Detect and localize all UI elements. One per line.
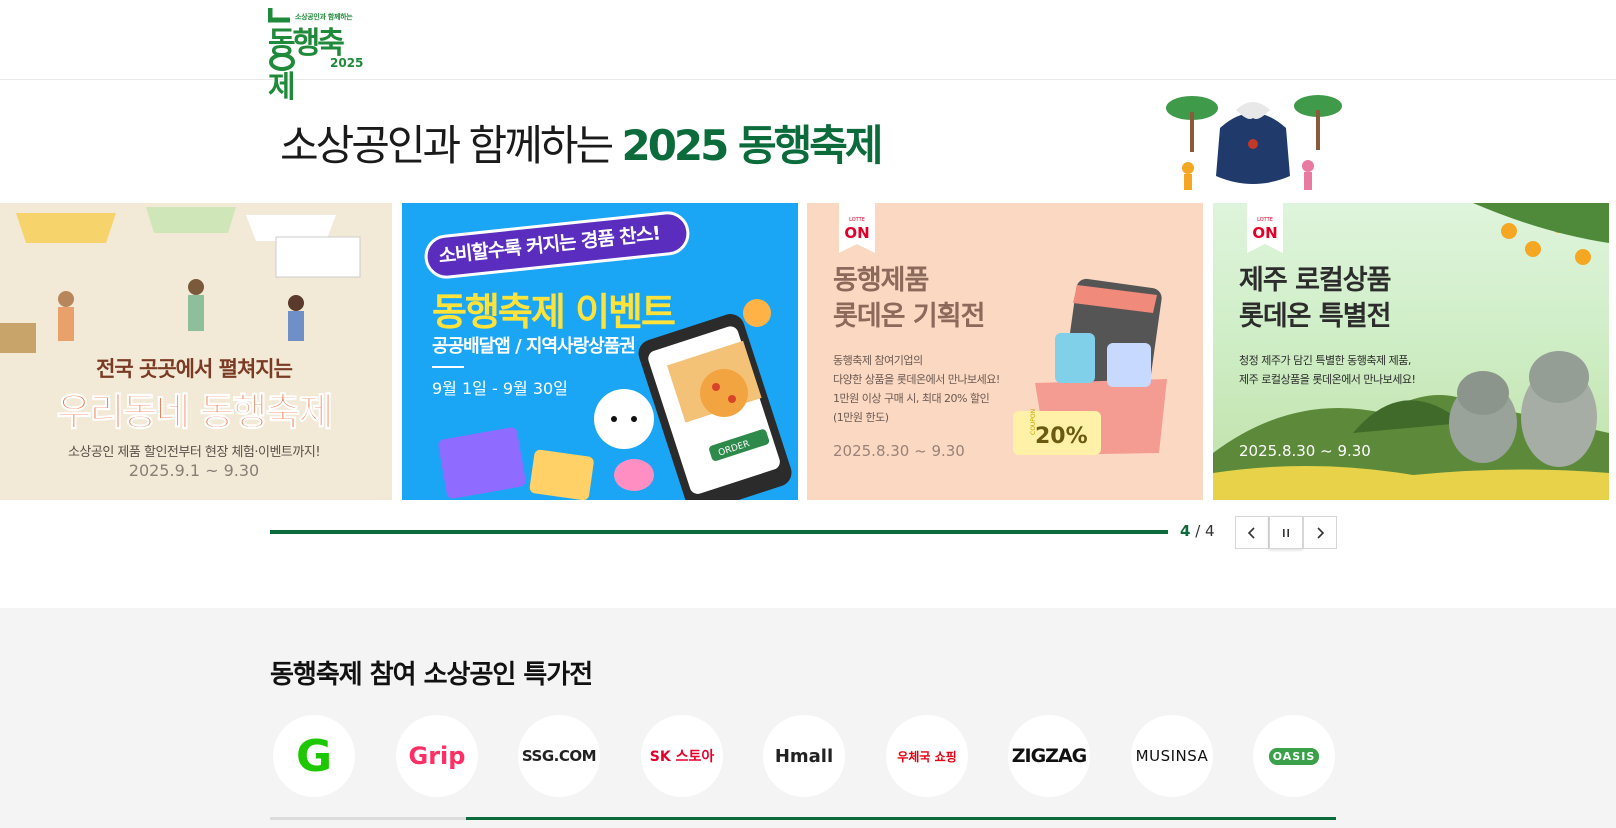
bojagi-gift-illustration-icon [1166,95,1342,190]
partner-epost[interactable]: 우체국 쇼핑 [886,715,968,797]
coupon-side-text: COUPON [1030,409,1037,435]
partner-grip[interactable]: Grip [396,715,478,797]
partner-hmall[interactable]: Hmall [763,715,845,797]
hmall-logo-icon: Hmall [774,745,834,767]
banner-4-description: 청정 제주가 담긴 특별한 동행축제 제품, 제주 로컬상품을 롯데온에서 만나… [1239,354,1416,386]
logo-year: 2025 [330,56,364,70]
carousel-progress-bar [270,530,1168,534]
zigzag-logo-icon: ZIGZAG [1011,745,1088,767]
lotteon-badge-small: LOTTE [1257,217,1273,223]
carousel-counter: 4 / 4 [1180,522,1215,540]
site-logo[interactable]: 소상공인과 함께하는 동행축제 2025 [268,6,364,105]
partner-gmarket[interactable]: G [273,715,355,797]
coupon-percent-text: 20% [1035,424,1088,449]
lotteon-badge-small: LOTTE [849,217,865,223]
ssg-logo-icon: SSG.COM [521,747,597,765]
hero-title-plain: 소상공인과 함께하는 [280,121,622,170]
hero-title: 소상공인과 함께하는 2025 동행축제 [280,112,884,173]
banner-card-event[interactable]: 소비할수록 커지는 경품 찬스! 동행축제 이벤트 공공배달앱 / 지역사랑상품… [402,203,798,500]
carousel-prev-button[interactable] [1235,516,1269,549]
grip-logo-icon: Grip [408,742,466,770]
market-stalls-illustration-icon [0,207,361,353]
carousel-current-index: 4 [1180,522,1191,540]
chevron-left-icon [1247,526,1255,539]
partner-oasis[interactable]: OASIS [1253,715,1335,797]
banner-2-title: 동행축제 이벤트 [432,290,676,334]
banner-1-date: 2025.9.1 ~ 9.30 [128,461,260,480]
banner-card-dongne-festival[interactable]: 전국 곳곳에서 펼쳐지는 우리동네 동행축제 소상공인 제품 할인전부터 현장 … [0,203,392,500]
carousel-pause-button[interactable] [1269,516,1303,549]
carousel-next-button[interactable] [1303,516,1337,549]
partner-sk-stoa[interactable]: SK 스토아 [641,715,723,797]
lotteon-badge-text: ON [1252,224,1278,242]
banner-1-subtitle: 전국 곳곳에서 펼쳐지는 [96,357,293,381]
banner-4-date: 2025.8.30 ~ 9.30 [1239,442,1371,460]
carousel-total: / 4 [1190,522,1215,540]
gmarket-logo-icon: G [295,730,333,782]
banner-3-title: 동행제품 롯데온 기획전 [833,265,985,332]
partner-scrollbar-thumb[interactable] [466,817,1336,820]
site-header: 소상공인과 함께하는 동행축제 2025 [0,0,1616,105]
banner-3-date: 2025.8.30 ~ 9.30 [833,442,965,460]
partner-musinsa[interactable]: MUSINSA [1131,715,1213,797]
chevron-right-icon [1317,526,1325,539]
banner-1-title: 우리동네 동행축제 [56,390,334,435]
banner-1-description: 소상공인 제품 할인전부터 현장 체험·이벤트까지! [67,445,321,460]
musinsa-logo-icon: MUSINSA [1135,747,1209,765]
banner-2-divider [432,366,464,368]
banner-2-subtitle: 공공배달앱 / 지역사랑상품권 [432,336,636,357]
pause-icon [1283,528,1289,537]
epost-logo-icon: 우체국 쇼핑 [897,749,957,764]
partner-zigzag[interactable]: ZIGZAG [1008,715,1090,797]
banner-card-lotteon-exhibition[interactable]: LOTTE ON 동행제품 롯데온 기획전 동행축제 참여기업의 다양한 상품을… [807,203,1203,500]
section-title: 동행축제 참여 소상공인 특가전 [270,660,593,690]
banner-card-jeju-local[interactable]: LOTTE ON 제주 로컬상품 롯데온 특별전 청정 제주가 담긴 특별한 동… [1213,203,1609,500]
lotteon-badge-text: ON [844,224,870,242]
banner-4-title: 제주 로컬상품 롯데온 특별전 [1239,265,1391,332]
partner-ssg[interactable]: SSG.COM [518,715,600,797]
sk-stoa-logo-icon: SK 스토아 [649,749,715,765]
banner-2-date: 9월 1일 - 9월 30일 [432,379,568,398]
order-button-text: ORDER [717,439,751,458]
partner-special-section: 동행축제 참여 소상공인 특가전 G Grip SSG.COM SK 스토아 H… [0,608,1616,828]
oasis-logo-icon: OASIS [1268,747,1320,765]
banner-3-description: 동행축제 참여기업의 다양한 상품을 롯데온에서 만나보세요! 1만원 이상 구… [833,354,1000,424]
hero-title-accent: 2025 동행축제 [621,121,883,170]
lotteon-badge: LOTTE ON [839,203,875,253]
